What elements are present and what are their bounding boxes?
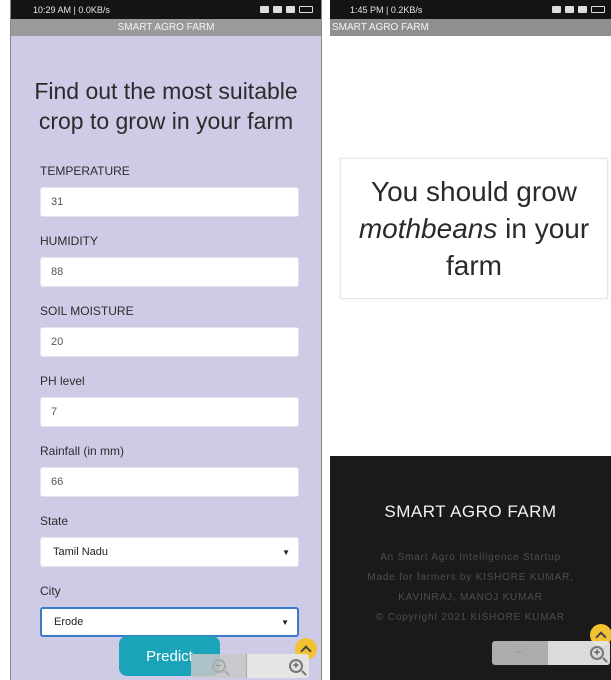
dropdown-caret-icon: ▼	[281, 617, 289, 627]
predicted-crop: mothbeans	[358, 213, 498, 244]
footer-title: SMART AGRO FARM	[384, 502, 557, 521]
battery-icon	[591, 6, 605, 13]
zoom-controls: − +	[492, 641, 610, 665]
ph-level-input[interactable]: 7	[40, 397, 299, 427]
ph-level-label: PH level	[40, 374, 85, 388]
status-icons	[260, 6, 313, 13]
footer-copyright: © Copyright 2021 KISHORE KUMAR	[376, 612, 565, 623]
signal-icon	[273, 6, 282, 13]
status-bar: 10:29 AM | 0.0KB/s	[11, 0, 321, 19]
dropdown-caret-icon: ▼	[282, 547, 290, 557]
footer-tagline: An Smart Agro Intelligence Startup	[380, 552, 561, 563]
state-select[interactable]: Tamil Nadu ▼	[40, 537, 299, 567]
rainfall-label: Rainfall (in mm)	[40, 444, 125, 458]
phone-screen-result: 1:45 PM | 0.2KB/s SMART AGRO FARM You sh…	[330, 0, 611, 680]
zoom-in-icon: +	[289, 659, 303, 673]
status-time: 10:29 AM | 0.0KB/s	[33, 4, 110, 15]
humidity-input[interactable]: 88	[40, 257, 299, 287]
zoom-out-button[interactable]: −	[492, 641, 547, 665]
app-title-bar: SMART AGRO FARM	[330, 19, 611, 36]
wifi-icon	[552, 6, 561, 13]
prediction-result-card: You should grow mothbeans in your farm	[340, 158, 608, 299]
zoom-in-button[interactable]: +	[246, 654, 309, 678]
footer-credits-line-2: KAVINRAJ, MANOJ KUMAR	[398, 592, 543, 603]
city-selected-value: Erode	[54, 616, 84, 628]
zoom-out-button[interactable]: −	[191, 654, 246, 678]
zoom-in-icon: +	[590, 646, 604, 660]
crop-form: TEMPERATURE 31 HUMIDITY 88 SOIL MOISTURE…	[11, 136, 321, 637]
signal-icon	[286, 6, 295, 13]
city-select[interactable]: Erode ▼	[40, 607, 299, 637]
prediction-result-text: You should grow mothbeans in your farm	[347, 173, 601, 284]
status-bar: 1:45 PM | 0.2KB/s	[330, 0, 611, 19]
sim-icon	[260, 6, 269, 13]
status-time: 1:45 PM | 0.2KB/s	[350, 4, 423, 15]
app-title: SMART AGRO FARM	[332, 22, 429, 33]
humidity-label: HUMIDITY	[40, 234, 98, 248]
status-icons	[552, 6, 605, 13]
app-title-bar: SMART AGRO FARM	[11, 19, 321, 36]
soil-moisture-input[interactable]: 20	[40, 327, 299, 357]
soil-moisture-label: SOIL MOISTURE	[40, 304, 134, 318]
city-label: City	[40, 584, 61, 598]
battery-icon	[299, 6, 313, 13]
result-prefix: You should grow	[370, 176, 577, 207]
sim-icon	[565, 6, 574, 13]
rainfall-input[interactable]: 66	[40, 467, 299, 497]
zoom-out-icon: −	[512, 646, 527, 660]
app-title: SMART AGRO FARM	[117, 22, 215, 33]
state-label: State	[40, 514, 69, 528]
zoom-in-button[interactable]: +	[547, 641, 610, 665]
temperature-input[interactable]: 31	[40, 187, 299, 217]
zoom-controls: − +	[191, 654, 309, 678]
page-heading: Find out the most suitable crop to grow …	[34, 78, 298, 134]
state-selected-value: Tamil Nadu	[53, 546, 109, 558]
phone-screen-form: 10:29 AM | 0.0KB/s SMART AGRO FARM Find …	[10, 0, 322, 680]
temperature-label: TEMPERATURE	[40, 164, 130, 178]
zoom-out-icon: −	[211, 659, 226, 673]
footer-credits-line-1: Made for farmers by KISHORE KUMAR,	[367, 572, 574, 583]
footer-info: An Smart Agro Intelligence Startup Made …	[330, 548, 611, 628]
signal-icon	[578, 6, 587, 13]
